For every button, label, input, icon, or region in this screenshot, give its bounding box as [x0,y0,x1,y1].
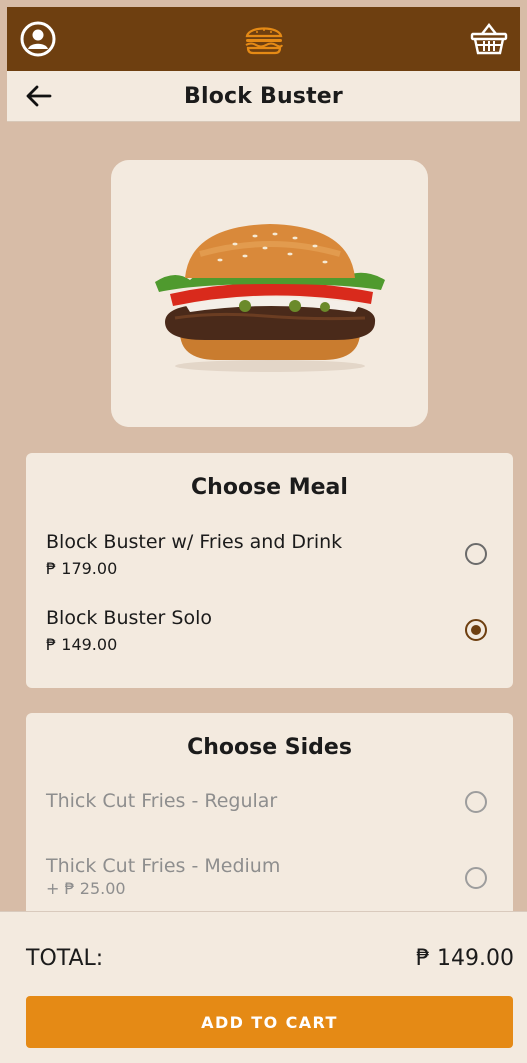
meal-option-solo[interactable]: Block Buster Solo ₱ 149.00 [46,607,493,667]
option-price: ₱ 179.00 [46,559,118,578]
option-price: ₱ 149.00 [46,635,118,654]
app-bar [7,7,520,71]
cart-basket-button[interactable] [466,16,512,62]
choose-sides-heading: Choose Sides [187,735,352,760]
side-option-fries-medium[interactable]: Thick Cut Fries - Medium + ₱ 25.00 [46,855,493,915]
back-button[interactable] [21,79,55,113]
page-title: Block Buster [184,83,343,109]
total-amount: ₱ 149.00 [416,946,514,971]
choose-meal-card: Choose Meal Block Buster w/ Fries and Dr… [26,453,513,688]
option-name: Block Buster Solo [46,607,212,629]
order-summary-bar: TOTAL: ₱ 149.00 ADD TO CART [0,911,527,1063]
radio-unselected[interactable] [465,867,487,889]
option-price: + ₱ 25.00 [46,879,126,898]
add-to-cart-button[interactable]: ADD TO CART [26,996,513,1048]
option-name: Thick Cut Fries - Medium [46,855,281,877]
home-logo-button[interactable] [241,16,287,62]
option-name: Thick Cut Fries - Regular [46,790,278,812]
arrow-left-icon [26,85,52,107]
choose-sides-card: Choose Sides Thick Cut Fries - Regular T… [26,713,513,923]
product-image-card [111,160,428,427]
basket-icon [470,23,508,55]
burger-image [154,223,385,372]
total-label: TOTAL: [26,946,104,971]
account-icon [20,21,56,57]
radio-selected[interactable] [465,619,487,641]
radio-unselected[interactable] [465,543,487,565]
side-option-fries-regular[interactable]: Thick Cut Fries - Regular [46,790,493,850]
meal-option-with-fries-drink[interactable]: Block Buster w/ Fries and Drink ₱ 179.00 [46,531,493,591]
title-bar: Block Buster [7,71,520,122]
burger-logo-icon [244,27,283,55]
radio-unselected[interactable] [465,791,487,813]
choose-meal-heading: Choose Meal [191,475,348,500]
account-button[interactable] [15,16,61,62]
option-name: Block Buster w/ Fries and Drink [46,531,343,553]
